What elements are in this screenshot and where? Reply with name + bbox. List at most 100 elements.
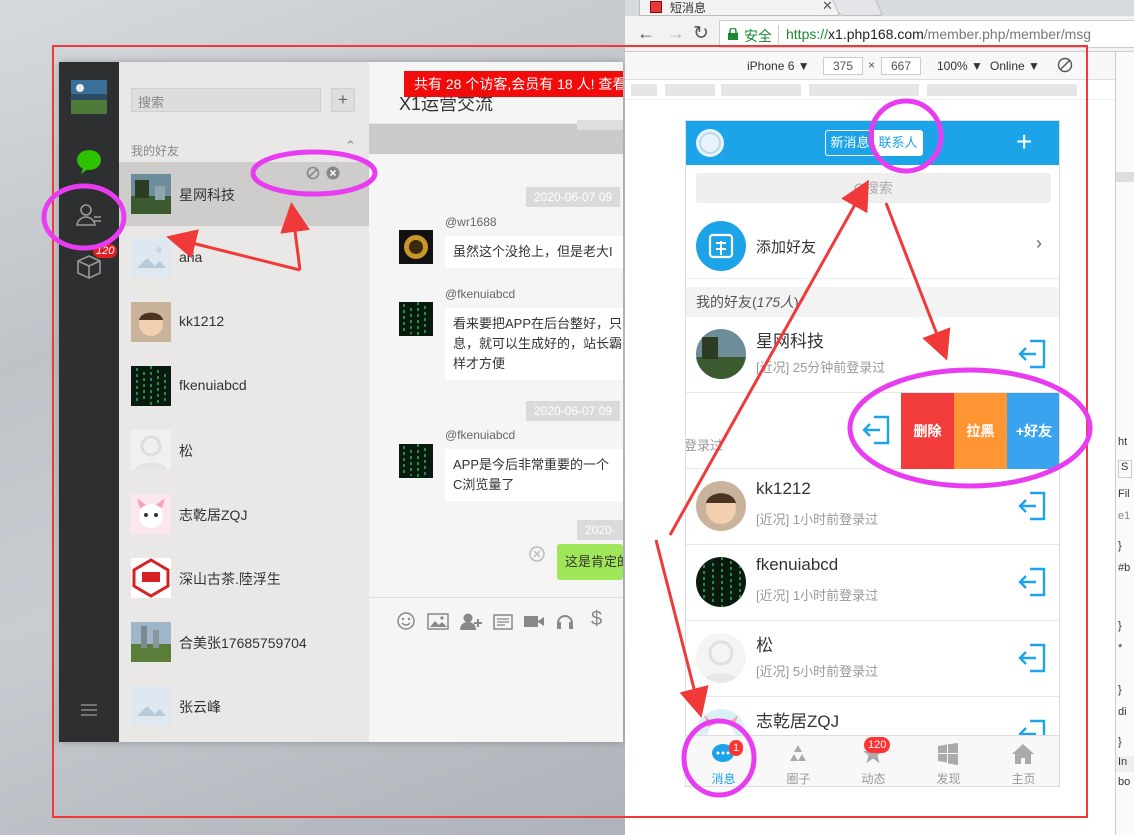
resend-icon[interactable] (529, 546, 545, 562)
friend-row[interactable]: kk1212 [近况] 1小时前登录过 (686, 469, 1059, 545)
search-input[interactable]: 搜索 (131, 88, 321, 112)
phone-viewport: 新消息 联系人 + Q搜索 添加好友 › 我的好友(175人) 星网科技 [近况… (685, 120, 1060, 787)
contact-item[interactable]: fkenuiabcd (119, 354, 369, 418)
tab-messages[interactable]: 1 消息 (686, 736, 761, 786)
width-input[interactable]: 375 (823, 57, 863, 75)
tab-contacts[interactable]: 联系人 (874, 131, 922, 155)
contact-name: 合美张17685759704 (179, 635, 307, 651)
avatar (131, 430, 171, 470)
new-tab-button[interactable] (830, 0, 884, 16)
menu-icon[interactable] (79, 702, 99, 718)
emoji-icon[interactable] (397, 612, 415, 630)
chevron-right-icon: › (1036, 233, 1042, 253)
contact-item[interactable]: 松 (119, 418, 369, 482)
tab-feed[interactable]: 120 动态 (836, 736, 911, 786)
avatar (131, 366, 171, 406)
devtools-panel: ht S Fil e1 } #b } * } di } In bo (1115, 52, 1134, 835)
add-friend-button[interactable]: +好友 (1007, 393, 1059, 469)
logout-icon[interactable] (1016, 641, 1050, 675)
divider (778, 25, 779, 43)
block-button[interactable]: 拉黑 (954, 393, 1007, 469)
friend-row[interactable]: fkenuiabcd [近况] 1小时前登录过 (686, 545, 1059, 621)
logout-icon[interactable] (1016, 489, 1050, 523)
contact-name: 志乾居ZQJ (179, 507, 248, 523)
contacts-icon[interactable] (74, 200, 104, 230)
add-button[interactable]: + (1016, 127, 1032, 157)
device-toolbar: iPhone 6 ▼ 375 × 667 100% ▼ Online ▼ (625, 52, 1134, 80)
block-icon[interactable] (306, 166, 320, 180)
add-friend-row[interactable]: 添加好友 › (686, 213, 1059, 279)
tab-new-messages[interactable]: 新消息 (826, 131, 874, 155)
tab-bar: 短消息 ✕ (625, 0, 1134, 16)
contact-item[interactable]: aria (119, 226, 369, 290)
logout-icon[interactable] (1016, 565, 1050, 599)
zoom-select[interactable]: 100% ▼ (937, 59, 983, 73)
friend-row[interactable]: 星网科技 [近况] 25分钟前登录过 (686, 317, 1059, 393)
back-icon[interactable]: ← (637, 23, 655, 44)
friend-name: 星网科技 (756, 332, 824, 351)
search-input[interactable]: Q搜索 (696, 173, 1051, 203)
message-line: 样才方便 (453, 356, 506, 371)
contact-item[interactable]: kk1212 (119, 290, 369, 354)
chevron-up-icon[interactable]: ⌃ (345, 138, 356, 154)
device-select[interactable]: iPhone 6 ▼ (747, 59, 810, 73)
tab-label: 主页 (1011, 772, 1036, 786)
devtools-text: } (1118, 736, 1122, 748)
rotate-icon[interactable] (1057, 57, 1073, 73)
secure-label: 安全 (744, 28, 772, 44)
forward-icon[interactable]: → (667, 23, 685, 44)
reload-icon[interactable]: ↻ (693, 22, 709, 45)
tab-home[interactable]: 主页 (986, 736, 1059, 786)
tab-circle[interactable]: 圈子 (761, 736, 836, 786)
friend-status: [近况] 1小时前登录过 (756, 512, 879, 527)
network-select[interactable]: Online ▼ (990, 59, 1040, 73)
add-friend-icon (696, 221, 746, 271)
message-sender: @wr1688 (445, 215, 497, 229)
friend-row-swiped[interactable]: 登录过 删除 拉黑 +好友 (685, 393, 1059, 469)
delete-button[interactable]: 删除 (901, 393, 954, 469)
address-bar[interactable]: 安全 https://x1.php168.com/member.php/memb… (719, 20, 1134, 48)
contact-item[interactable]: 张云峰 (119, 674, 369, 738)
remove-icon[interactable] (326, 166, 340, 180)
windows-icon (938, 743, 958, 765)
message-line: APP是今后非常重要的一个 (453, 457, 610, 472)
message-bubble: 虽然这个没抢上，但是老大I (445, 236, 623, 268)
contact-name: 深山古茶.陸浮生 (179, 571, 281, 587)
friend-name: 松 (756, 636, 773, 655)
avatar (696, 557, 746, 607)
tab-title: 短消息 (670, 1, 707, 15)
user-avatar[interactable] (71, 80, 107, 114)
image-icon[interactable] (427, 613, 449, 630)
contact-item[interactable]: 深山古茶.陸浮生 (119, 546, 369, 610)
close-tab-icon[interactable]: ✕ (822, 0, 833, 14)
timestamp: 2020- (577, 520, 623, 540)
card-icon[interactable] (493, 614, 513, 630)
tab-discover[interactable]: 发现 (911, 736, 986, 786)
devtools-text: In (1116, 756, 1134, 772)
chat-icon[interactable] (74, 146, 104, 176)
headset-icon[interactable] (555, 611, 575, 631)
visitor-banner[interactable]: 共有 28 个访客,会员有 18 人! 查看 (404, 71, 623, 97)
friend-status: 登录过 (685, 438, 724, 453)
video-icon[interactable] (523, 614, 545, 629)
avatar (131, 686, 171, 726)
height-input[interactable]: 667 (881, 57, 921, 75)
logout-icon[interactable] (1016, 337, 1050, 371)
avatar (399, 444, 433, 478)
avatar[interactable] (696, 129, 724, 157)
contact-item[interactable]: 志乾居ZQJ (119, 482, 369, 546)
add-button[interactable]: + (331, 88, 355, 112)
contact-item[interactable]: 星网科技 (119, 162, 369, 226)
message-line: C浏览量了 (453, 477, 515, 492)
browser-tab[interactable]: 短消息 ✕ (639, 0, 839, 16)
avatar (131, 558, 171, 598)
friend-row[interactable]: 松 [近况] 5小时前登录过 (686, 621, 1059, 697)
devtools-text: e1 (1118, 510, 1131, 522)
dollar-icon[interactable]: $ (591, 608, 602, 631)
logout-icon[interactable] (860, 413, 894, 447)
unread-badge: 1 (729, 740, 744, 756)
add-member-icon[interactable] (459, 612, 483, 631)
devtools-text: } (1118, 620, 1122, 632)
devtools-text: } (1118, 684, 1122, 696)
contact-item[interactable]: 合美张17685759704 (119, 610, 369, 674)
